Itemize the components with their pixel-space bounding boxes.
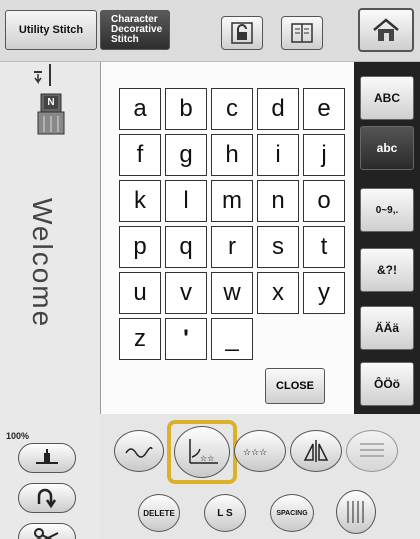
key-o[interactable]: o <box>303 180 345 222</box>
key-r[interactable]: r <box>211 226 253 268</box>
zoom-level: 100% <box>6 431 30 441</box>
font-size-button[interactable] <box>114 430 164 472</box>
mode-lowercase-button[interactable]: abc <box>360 126 414 170</box>
presser-lift-icon <box>36 449 58 464</box>
key-p[interactable]: p <box>119 226 161 268</box>
key-q[interactable]: q <box>165 226 207 268</box>
key-i[interactable]: i <box>257 134 299 176</box>
key-a[interactable]: a <box>119 88 161 130</box>
home-button[interactable] <box>358 8 414 52</box>
key-e[interactable]: e <box>303 88 345 130</box>
key-x[interactable]: x <box>257 272 299 314</box>
ls-size-button[interactable]: L S <box>204 494 246 532</box>
tab-character-decorative-stitch[interactable]: Character Decorative Stitch <box>100 10 170 50</box>
key-z[interactable]: z <box>119 318 161 360</box>
mode-numbers-button[interactable]: 0~9,. <box>360 188 414 232</box>
spacing-button[interactable]: SPACING <box>270 494 314 532</box>
key-c[interactable]: c <box>211 88 253 130</box>
key-j[interactable]: j <box>303 134 345 176</box>
thread-color-button[interactable] <box>336 490 376 534</box>
character-layout-icon: ☆☆ <box>189 439 218 464</box>
key-u[interactable]: u <box>119 272 161 314</box>
mode-accented-upper-button[interactable]: ÄÄä <box>360 306 414 350</box>
key-y[interactable]: y <box>303 272 345 314</box>
mirror-icon <box>303 440 329 462</box>
delete-button[interactable]: DELETE <box>138 494 180 532</box>
home-icon <box>373 18 399 41</box>
key-h[interactable]: h <box>211 134 253 176</box>
key-d[interactable]: d <box>257 88 299 130</box>
sewing-machine-screen: Utility Stitch Character Decorative Stit… <box>0 0 420 539</box>
character-mode-column: ABC abc 0~9,. &?! ÄÄä ÔÖö <box>354 62 420 414</box>
mode-accented-lower-button[interactable]: ÔÖö <box>360 362 414 406</box>
key-t[interactable]: t <box>303 226 345 268</box>
key-l[interactable]: l <box>165 180 207 222</box>
reverse-stitch-button[interactable] <box>18 483 76 513</box>
mode-uppercase-button[interactable]: ABC <box>360 76 414 120</box>
key-f[interactable]: f <box>119 134 161 176</box>
key-g[interactable]: g <box>165 134 207 176</box>
left-panel: N Welcome 100% <box>0 62 100 539</box>
character-layout-button[interactable]: ☆☆ <box>174 426 230 478</box>
key-v[interactable]: v <box>165 272 207 314</box>
key-apostrophe[interactable]: ' <box>165 318 207 360</box>
stars-icon: ☆☆☆ <box>243 448 267 458</box>
density-icon <box>360 443 384 457</box>
key-space[interactable]: _ <box>211 318 253 360</box>
stitch-preview-icon <box>125 446 153 458</box>
needle-icon <box>34 64 51 86</box>
welcome-text: Welcome <box>27 198 58 329</box>
key-m[interactable]: m <box>211 180 253 222</box>
character-spacing-preview-button[interactable]: ☆☆☆ <box>234 430 286 472</box>
lock-screen-button[interactable] <box>221 16 263 50</box>
character-keyboard: a b c d e f g h i j k l m n o p q r s t … <box>100 62 354 414</box>
bottom-toolbar: ☆☆ ☆☆☆ DELETE L S SPACING <box>100 414 420 539</box>
key-n[interactable]: n <box>257 180 299 222</box>
svg-text:☆☆: ☆☆ <box>200 454 214 463</box>
book-icon <box>291 23 313 43</box>
top-bar: Utility Stitch Character Decorative Stit… <box>0 0 420 62</box>
presser-foot-indicator: N <box>36 92 66 138</box>
stitch-lines-icon <box>347 501 364 523</box>
reverse-arrow-icon <box>37 488 57 508</box>
mirror-image-button[interactable] <box>290 430 342 472</box>
svg-text:☆☆☆: ☆☆☆ <box>243 448 267 458</box>
manual-button[interactable] <box>281 16 323 50</box>
density-button[interactable] <box>346 430 398 472</box>
presser-lift-button[interactable] <box>18 443 76 473</box>
key-s[interactable]: s <box>257 226 299 268</box>
mode-symbols-button[interactable]: &?! <box>360 248 414 292</box>
tab-utility-stitch[interactable]: Utility Stitch <box>5 10 97 50</box>
key-w[interactable]: w <box>211 272 253 314</box>
thread-cutter-button[interactable] <box>18 523 76 539</box>
key-k[interactable]: k <box>119 180 161 222</box>
presser-foot-label: N <box>44 96 58 109</box>
key-b[interactable]: b <box>165 88 207 130</box>
close-button[interactable]: CLOSE <box>265 368 325 404</box>
scissors-icon <box>34 528 59 539</box>
lock-icon <box>231 22 253 44</box>
